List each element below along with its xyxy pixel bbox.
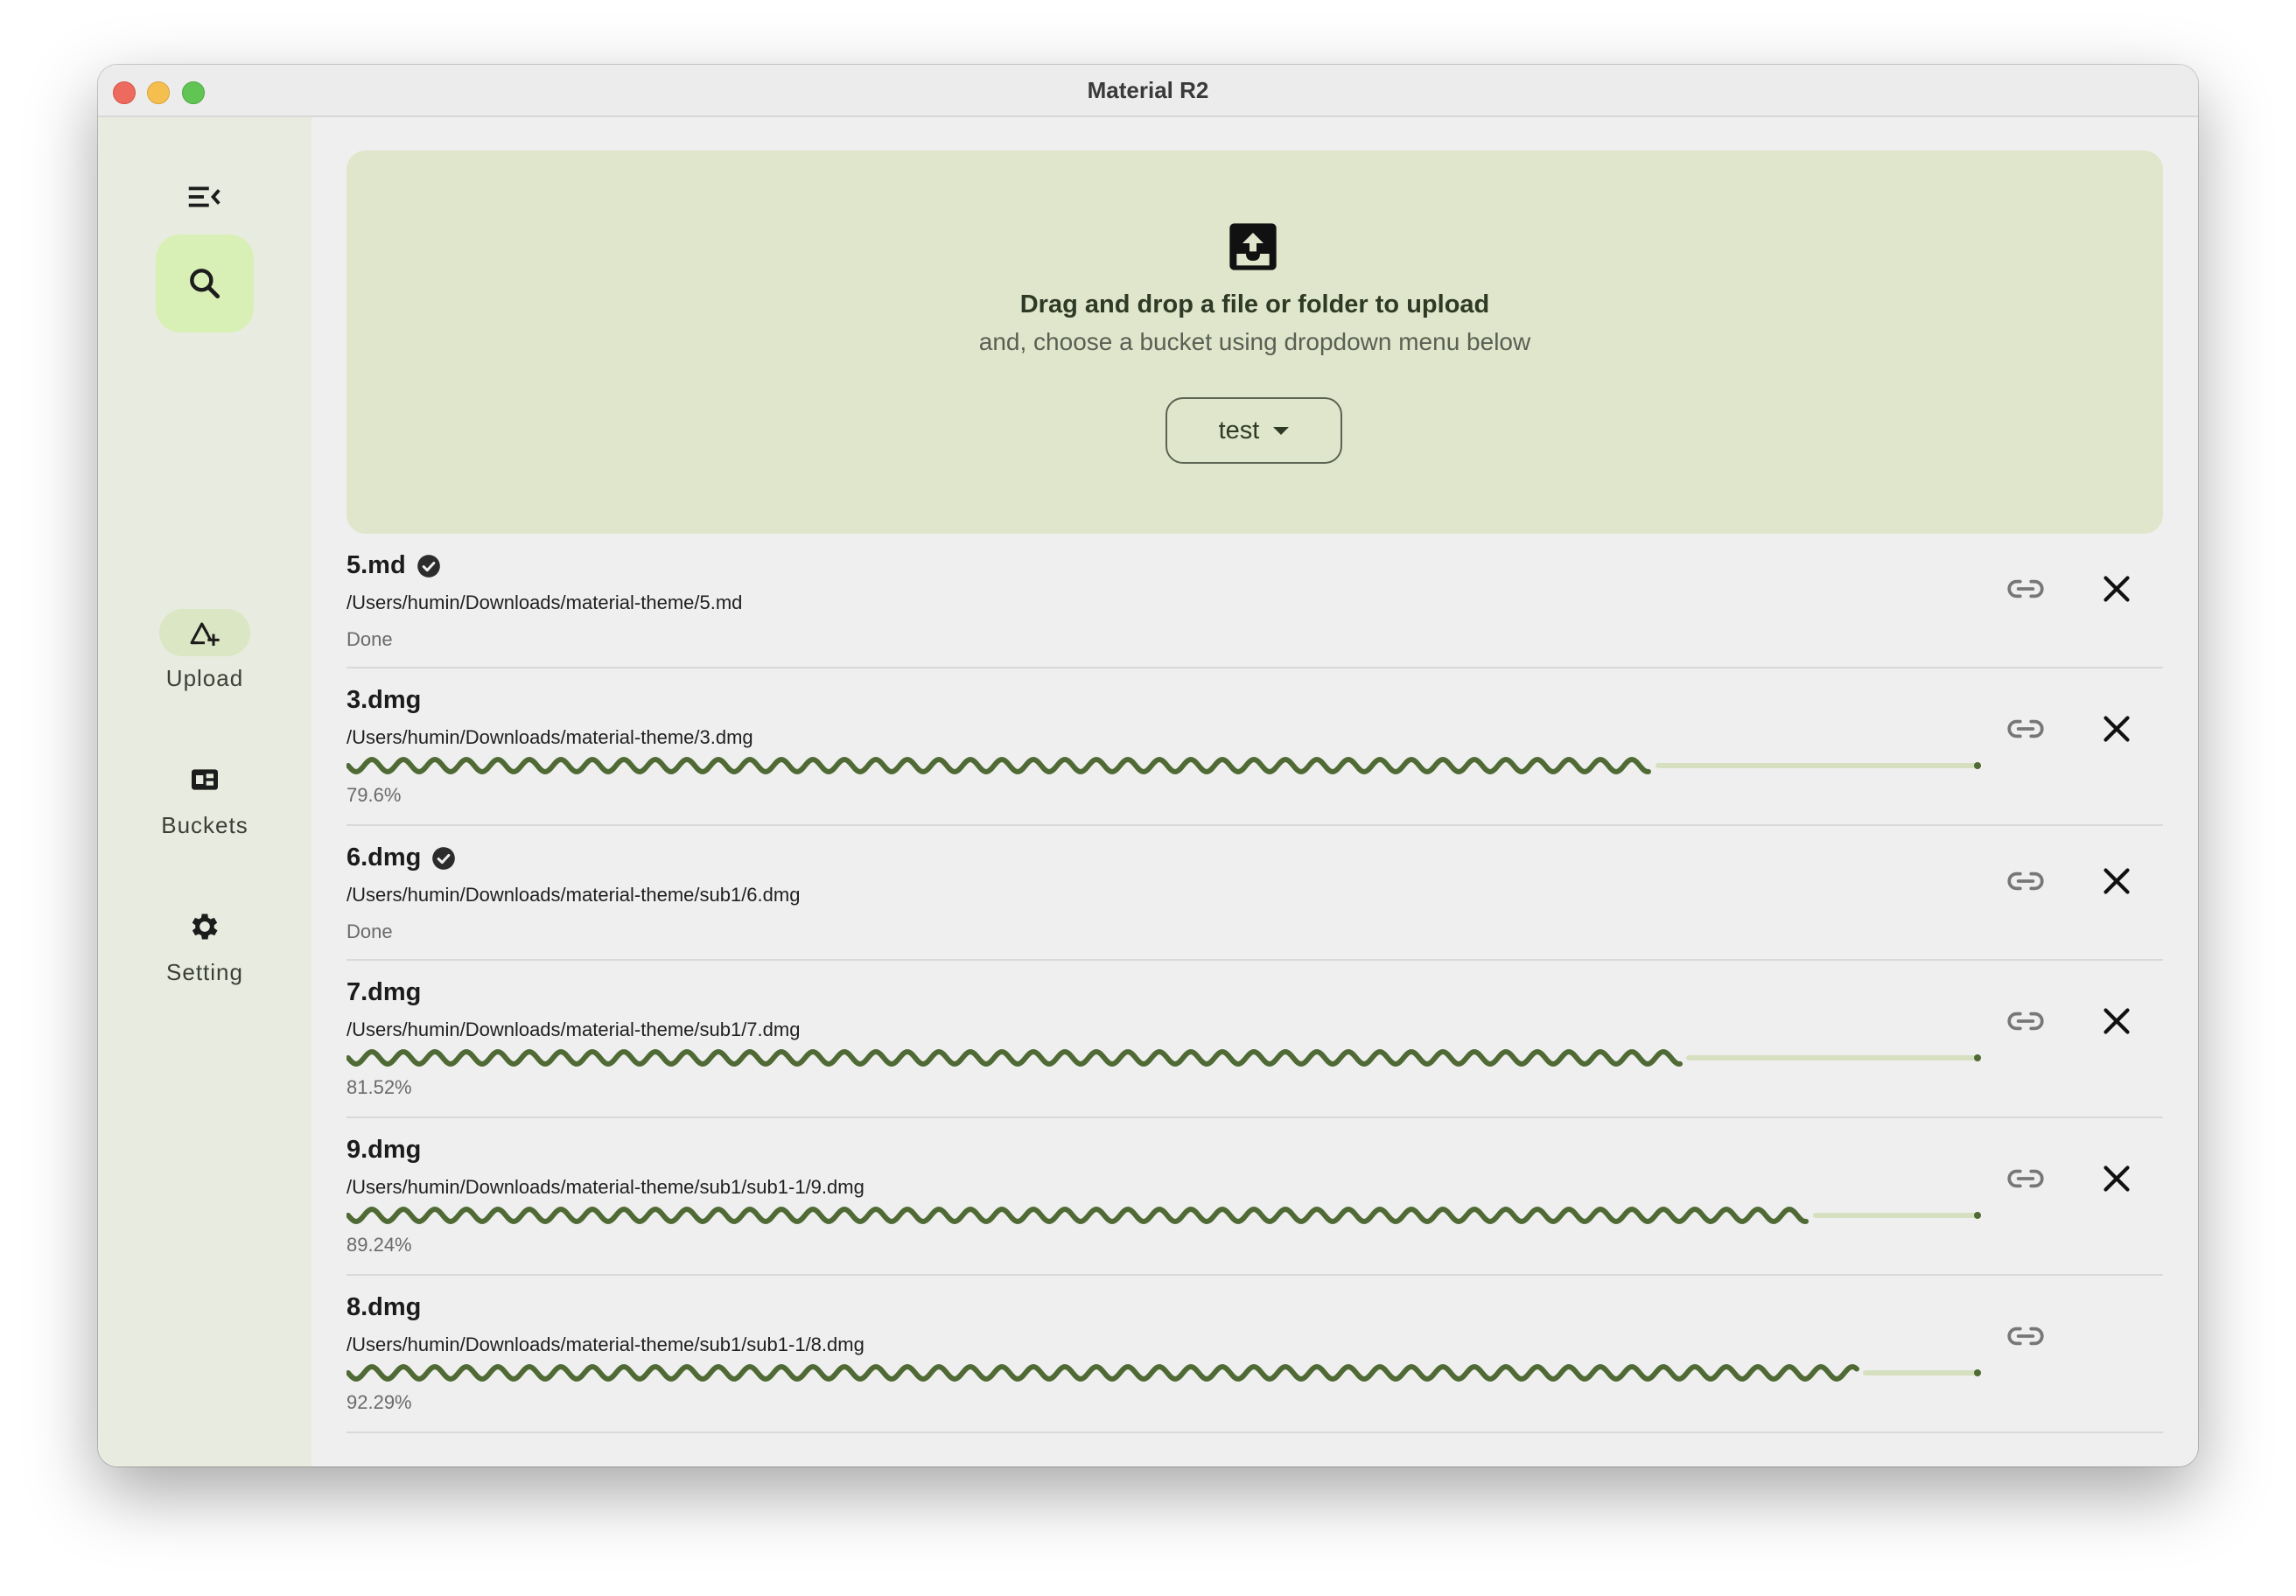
upload-row: 3.dmg/Users/humin/Downloads/material-the… xyxy=(346,668,2163,826)
check-circle-icon xyxy=(416,554,441,578)
progress-indicator xyxy=(346,757,1981,774)
window-title: Material R2 xyxy=(1087,77,1209,103)
upload-row: 6.dmg/Users/humin/Downloads/material-the… xyxy=(346,826,2163,961)
nav-pill-upload xyxy=(159,609,250,656)
nav-pill-setting xyxy=(159,903,250,950)
nav-pill-buckets xyxy=(159,756,250,803)
close-icon[interactable] xyxy=(2095,707,2138,751)
gear-icon xyxy=(192,914,218,940)
bucket-dropdown-value: test xyxy=(1218,416,1260,444)
nav-label-upload: Upload xyxy=(165,665,244,691)
upload-status: Done xyxy=(346,628,393,650)
close-icon[interactable] xyxy=(2095,999,2138,1043)
upload-tray-icon xyxy=(1229,223,1277,270)
file-path: /Users/humin/Downloads/material-theme/su… xyxy=(346,1176,864,1198)
upload-status: 81.52% xyxy=(346,1076,412,1098)
upload-status: Done xyxy=(346,920,393,942)
progress-end-dot xyxy=(1974,1212,1981,1219)
upload-row: 8.dmg/Users/humin/Downloads/material-the… xyxy=(346,1276,2163,1433)
upload-status: 89.24% xyxy=(346,1234,412,1256)
copy-link-icon[interactable] xyxy=(2004,859,2048,903)
menu-open-icon[interactable] xyxy=(184,177,224,217)
file-name: 8.dmg xyxy=(346,1293,421,1322)
progress-end-dot xyxy=(1974,1369,1981,1376)
upload-list: 5.md/Users/humin/Downloads/material-them… xyxy=(346,534,2163,1433)
main-content: Drag and drop a file or folder to upload… xyxy=(312,117,2198,1466)
close-icon[interactable] xyxy=(2095,567,2138,611)
progress-wave xyxy=(346,757,1651,774)
chevron-down-icon xyxy=(1273,426,1290,435)
upload-row: 5.md/Users/humin/Downloads/material-them… xyxy=(346,534,2163,668)
file-path: /Users/humin/Downloads/material-theme/su… xyxy=(346,1018,801,1040)
file-name: 6.dmg xyxy=(346,844,456,872)
nav-item-upload[interactable]: Upload xyxy=(98,609,312,692)
progress-wave xyxy=(346,1364,1859,1382)
progress-wave xyxy=(346,1207,1809,1224)
file-name: 3.dmg xyxy=(346,686,421,715)
progress-end-dot xyxy=(1974,1054,1981,1061)
nav-item-buckets[interactable]: Buckets xyxy=(98,756,312,839)
upload-icon xyxy=(190,622,220,646)
nav-item-setting[interactable]: Setting xyxy=(98,903,312,986)
copy-link-icon[interactable] xyxy=(2004,1314,2048,1358)
title-bar: Material R2 xyxy=(98,65,2198,117)
close-icon[interactable] xyxy=(2095,1157,2138,1200)
search-button[interactable] xyxy=(156,234,254,332)
navigation-rail: Upload Buckets Setting xyxy=(98,117,312,1466)
copy-link-icon[interactable] xyxy=(2004,707,2048,751)
progress-indicator xyxy=(346,1364,1981,1382)
bucket-dropdown[interactable]: test xyxy=(1166,397,1342,464)
progress-end-dot xyxy=(1974,762,1981,769)
app-window: Material R2 Upload Buckets Setting Drag … xyxy=(98,65,2198,1466)
copy-link-icon[interactable] xyxy=(2004,567,2048,611)
search-icon xyxy=(190,269,220,299)
nav-label-setting: Setting xyxy=(166,959,243,985)
file-path: /Users/humin/Downloads/material-theme/3.… xyxy=(346,726,753,748)
upload-status: 92.29% xyxy=(346,1391,412,1413)
file-name-text: 9.dmg xyxy=(346,1136,422,1164)
file-name-text: 8.dmg xyxy=(346,1293,422,1321)
upload-row: 9.dmg/Users/humin/Downloads/material-the… xyxy=(346,1118,2163,1276)
upload-row: 7.dmg/Users/humin/Downloads/material-the… xyxy=(346,961,2163,1118)
dropzone-title: Drag and drop a file or folder to upload xyxy=(1019,290,1490,318)
file-name-text: 6.dmg xyxy=(346,844,422,872)
file-name-text: 5.md xyxy=(346,551,406,579)
file-path: /Users/humin/Downloads/material-theme/su… xyxy=(346,1334,864,1355)
copy-link-icon[interactable] xyxy=(2004,999,2048,1043)
file-name: 7.dmg xyxy=(346,978,421,1007)
file-path: /Users/humin/Downloads/material-theme/5.… xyxy=(346,592,743,613)
close-icon[interactable] xyxy=(2095,859,2138,903)
file-name: 9.dmg xyxy=(346,1136,421,1165)
upload-dropzone[interactable]: Drag and drop a file or folder to upload… xyxy=(346,150,2163,534)
file-name: 5.md xyxy=(346,551,441,580)
progress-indicator xyxy=(346,1049,1981,1067)
copy-link-icon[interactable] xyxy=(2004,1157,2048,1200)
progress-wave xyxy=(346,1049,1683,1067)
progress-indicator xyxy=(346,1207,1981,1224)
upload-status: 79.6% xyxy=(346,784,402,806)
check-circle-icon xyxy=(431,846,456,871)
dropzone-subtitle: and, choose a bucket using dropdown menu… xyxy=(978,328,1531,355)
file-name-text: 3.dmg xyxy=(346,686,422,714)
nav-label-buckets: Buckets xyxy=(161,812,248,838)
buckets-icon xyxy=(192,769,218,790)
file-name-text: 7.dmg xyxy=(346,978,422,1006)
file-path: /Users/humin/Downloads/material-theme/su… xyxy=(346,884,801,906)
